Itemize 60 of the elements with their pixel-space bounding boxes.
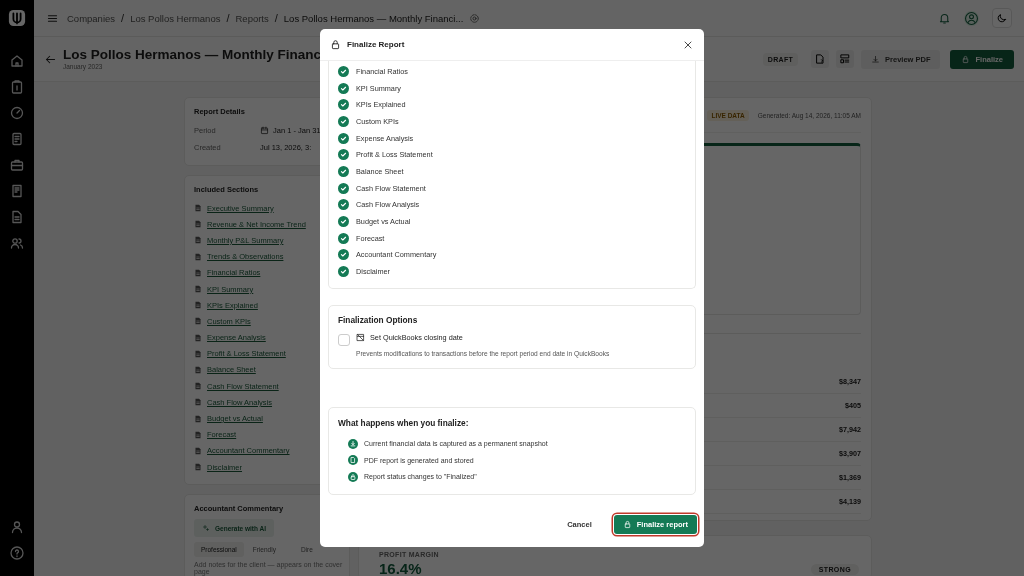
document-icon bbox=[194, 317, 202, 326]
document-icon bbox=[194, 463, 202, 472]
avatar-icon[interactable] bbox=[963, 9, 980, 27]
document-icon bbox=[194, 414, 202, 423]
document-icon bbox=[194, 349, 202, 358]
clipboard-icon[interactable] bbox=[9, 79, 25, 95]
lock-icon bbox=[348, 471, 358, 482]
briefcase-icon[interactable] bbox=[9, 157, 25, 173]
document-icon bbox=[194, 204, 202, 213]
document-icon bbox=[194, 236, 202, 245]
document-icon bbox=[194, 333, 202, 342]
logo-icon[interactable] bbox=[8, 9, 26, 27]
document-icon bbox=[194, 365, 202, 374]
document-icon bbox=[194, 446, 202, 455]
download-icon bbox=[348, 438, 358, 449]
breadcrumb-separator: / bbox=[226, 12, 230, 24]
calendar-off-icon bbox=[356, 332, 365, 342]
document-icon bbox=[194, 430, 202, 439]
gauge-icon[interactable] bbox=[9, 105, 25, 121]
options-title: Finalization Options bbox=[338, 314, 419, 325]
sparkle-icon bbox=[202, 524, 210, 533]
document-icon bbox=[194, 220, 202, 229]
home-icon[interactable] bbox=[9, 53, 25, 69]
calendar-icon bbox=[260, 126, 269, 135]
breadcrumb-separator: / bbox=[274, 12, 278, 24]
lock-icon bbox=[330, 39, 341, 50]
theme-toggle-button[interactable] bbox=[992, 8, 1012, 28]
document-icon bbox=[348, 455, 358, 466]
settings-icon[interactable] bbox=[469, 12, 481, 24]
download-icon bbox=[871, 54, 881, 64]
lock-icon bbox=[622, 519, 632, 529]
breadcrumb-separator: / bbox=[121, 12, 125, 24]
document-icon bbox=[194, 382, 202, 391]
bell-icon[interactable] bbox=[938, 11, 951, 25]
document-icon bbox=[194, 285, 202, 294]
export-file-button[interactable] bbox=[811, 50, 830, 68]
document-icon[interactable] bbox=[9, 131, 25, 147]
user-icon[interactable] bbox=[9, 519, 25, 535]
breadcrumb-link[interactable]: Reports bbox=[235, 12, 269, 24]
lock-icon bbox=[961, 54, 971, 64]
document-icon bbox=[194, 398, 202, 407]
breadcrumb-link[interactable]: Los Pollos Hermanos — Monthly Financi... bbox=[283, 12, 464, 24]
moon-icon bbox=[996, 12, 1008, 24]
document-icon bbox=[194, 268, 202, 277]
checkbox[interactable] bbox=[338, 333, 350, 346]
file-icon[interactable] bbox=[9, 209, 25, 225]
report-icon[interactable] bbox=[9, 183, 25, 199]
file-export-icon bbox=[814, 53, 827, 65]
users-icon[interactable] bbox=[9, 235, 25, 251]
breadcrumb-link[interactable]: Los Pollos Hermanos bbox=[130, 12, 221, 24]
breadcrumb-link[interactable]: Companies bbox=[67, 12, 116, 24]
metric-value: 16.4% bbox=[379, 561, 422, 576]
document-icon bbox=[194, 301, 202, 310]
dialog-title: Finalize Report bbox=[347, 40, 405, 49]
layout-icon bbox=[839, 53, 852, 65]
page-title: Los Pollos Hermanos — Monthly Financ bbox=[63, 48, 322, 63]
document-icon bbox=[194, 252, 202, 261]
info-title: What happens when you finalize: bbox=[338, 417, 470, 428]
help-icon[interactable] bbox=[9, 545, 25, 561]
layout-button[interactable] bbox=[836, 50, 855, 68]
